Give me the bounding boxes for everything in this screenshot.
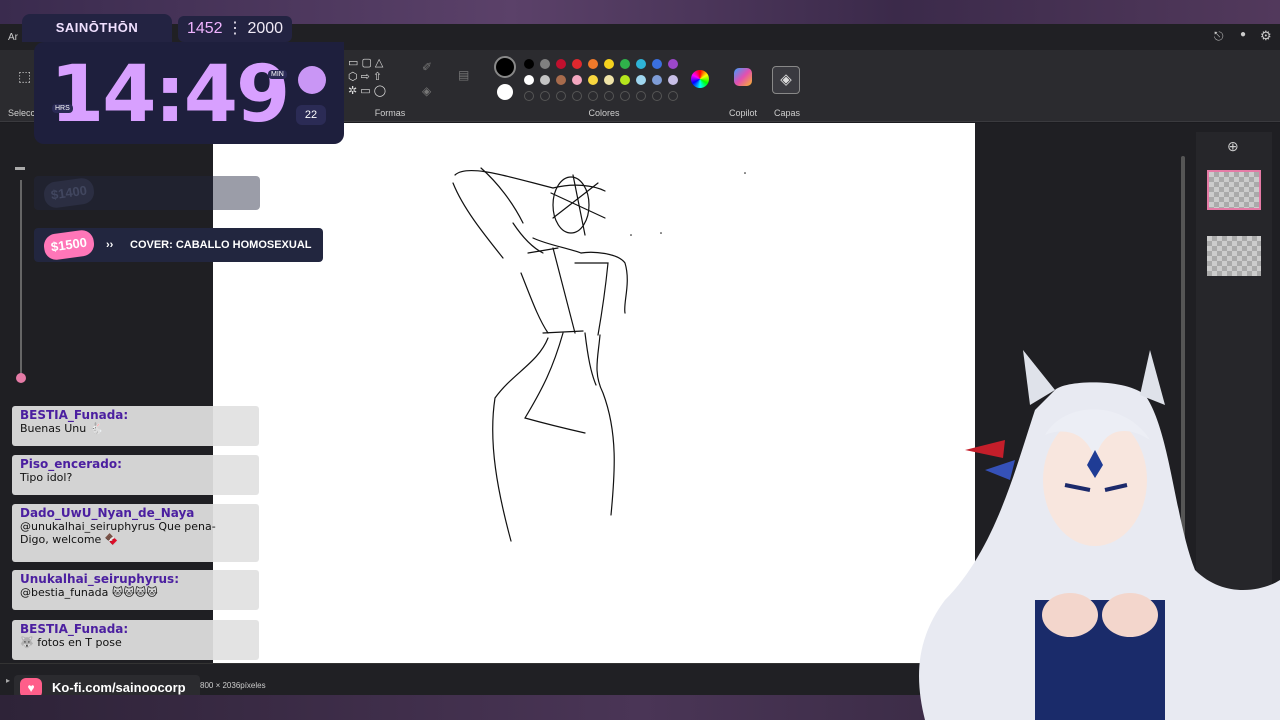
color-swatch[interactable] (652, 75, 662, 85)
chat-username: Dado_UwU_Nyan_de_Naya (20, 506, 195, 520)
shapes-group-label: Formas (374, 108, 406, 118)
goal-description: COVER: CABALLO HOMOSEXUAL (130, 239, 312, 251)
clock-min-label: MIN (268, 70, 287, 79)
color-swatch[interactable] (556, 59, 566, 69)
goal-separator: ⋮ (227, 20, 243, 37)
goal-total: 2000 (247, 20, 284, 37)
select-tool-icon[interactable]: ⬚ (18, 68, 31, 85)
swatch-row-empty (524, 91, 684, 101)
goal-row-faded: $1400 (34, 176, 260, 210)
account-icon[interactable]: ● (1240, 29, 1246, 40)
color-swatch[interactable] (604, 75, 614, 85)
app-title: Ar (8, 32, 18, 43)
fill-icon[interactable]: ◈ (422, 84, 431, 98)
color-swatch[interactable] (620, 59, 630, 69)
drawing-canvas[interactable] (213, 123, 975, 663)
goal-arrow: ›› (106, 239, 114, 251)
outline-icon[interactable]: ✐ (422, 60, 432, 74)
color-swatch[interactable] (604, 59, 614, 69)
settings-gear-icon[interactable]: ⚙ (1260, 28, 1272, 44)
swatch-row-2 (524, 75, 684, 85)
chat-username: BESTIA_Funada: (20, 622, 129, 636)
color-swatch[interactable] (540, 75, 550, 85)
chat-text: 🐺 fotos en T pose (20, 636, 122, 649)
color-swatch[interactable] (572, 59, 582, 69)
shape-style-icon[interactable]: ▤ (458, 68, 469, 82)
chat-text: Buenas Unu 🐇 (20, 422, 104, 435)
color2-swatch[interactable] (497, 84, 513, 100)
shapes-row-2: ⬡ ⇨ ⇧ (348, 71, 383, 83)
chat-text: Tipo idol? (20, 471, 73, 484)
chat-username: Unukalhai_seiruphyrus: (20, 572, 179, 586)
clock-time: 14:49 (50, 50, 290, 140)
canvas-size-text: 800 × 2036píxeles (200, 681, 266, 690)
goal-current: 1452 (186, 20, 223, 37)
stream-name-tab: SAINŌTHŌN (22, 14, 172, 42)
color-swatch[interactable] (636, 59, 646, 69)
color-swatch[interactable] (636, 75, 646, 85)
chat-message: Unukalhai_seiruphyrus: @bestia_funada 🐱🐱… (12, 570, 259, 610)
chat-message: Piso_encerado: Tipo idol? (12, 455, 259, 495)
layer-thumbnail[interactable] (1207, 236, 1261, 276)
color-swatch[interactable] (668, 75, 678, 85)
zoom-slider-thumb[interactable] (16, 373, 26, 383)
colors-group-label: Colores (588, 108, 620, 118)
zoom-icon[interactable]: ▬ (15, 162, 27, 174)
layers-toggle-button[interactable]: ◈ (772, 66, 800, 94)
edit-colors-icon[interactable] (691, 70, 709, 88)
zoom-slider-track[interactable] (20, 180, 22, 380)
swatch-row-1 (524, 59, 684, 69)
color-swatch[interactable] (652, 59, 662, 69)
color-swatch[interactable] (620, 75, 630, 85)
color1-selected-swatch[interactable] (494, 56, 516, 78)
copilot-label: Copilot (728, 108, 757, 118)
shapes-row-1: ▭ ▢ △ (348, 57, 384, 69)
color-swatch[interactable] (524, 59, 534, 69)
chat-text-line2: Digo, welcome 🍫 (20, 533, 119, 546)
sketch-drawing (452, 167, 746, 542)
chat-message: BESTIA_Funada: 🐺 fotos en T pose (12, 620, 259, 660)
color-swatch[interactable] (588, 59, 598, 69)
add-layer-icon[interactable]: ⊕ (1227, 138, 1239, 155)
chat-text: @unukalhai_seiruphyrus Que pena- (20, 520, 216, 533)
color-swatch[interactable] (556, 75, 566, 85)
layer-thumbnail-active[interactable] (1207, 170, 1261, 210)
color-swatch[interactable] (524, 75, 534, 85)
clock-seconds: 22 (296, 105, 326, 125)
vtuber-avatar (919, 350, 1280, 720)
expand-arrow-icon[interactable]: ▸ (6, 676, 10, 685)
goal-counter: 1452 ⋮ 2000 (178, 16, 292, 42)
chat-message: Dado_UwU_Nyan_de_Naya @unukalhai_seiruph… (12, 504, 259, 562)
copilot-icon[interactable] (734, 68, 752, 86)
chat-text: @bestia_funada 🐱🐱🐱🐱 (20, 586, 158, 599)
goal-badge: $1500 (42, 228, 96, 262)
shapes-gallery[interactable]: ▭ ▢ △ ⬡ ⇨ ⇧ ✲ ▭ ◯ (348, 56, 410, 104)
layers-label: Capas (773, 108, 800, 118)
clock-hrs-label: HRS (52, 104, 73, 113)
share-icon[interactable]: ⎋ (1214, 29, 1224, 44)
seconds-dial-icon (298, 66, 326, 94)
chat-username: Piso_encerado: (20, 457, 122, 471)
color-swatch[interactable] (588, 75, 598, 85)
color-swatch[interactable] (540, 59, 550, 69)
color-swatch[interactable] (668, 59, 678, 69)
color-swatch[interactable] (572, 75, 582, 85)
shapes-row-3: ✲ ▭ ◯ (348, 85, 387, 97)
goal-row-active: $1500 ›› COVER: CABALLO HOMOSEXUAL (34, 228, 323, 262)
goal-badge-faded: $1400 (42, 176, 96, 210)
chat-username: BESTIA_Funada: (20, 408, 129, 422)
select-group-label: Selecci (8, 108, 38, 118)
chat-message: BESTIA_Funada: Buenas Unu 🐇 (12, 406, 259, 446)
kofi-link[interactable]: Ko-fi.com/sainoocorp (52, 680, 186, 695)
